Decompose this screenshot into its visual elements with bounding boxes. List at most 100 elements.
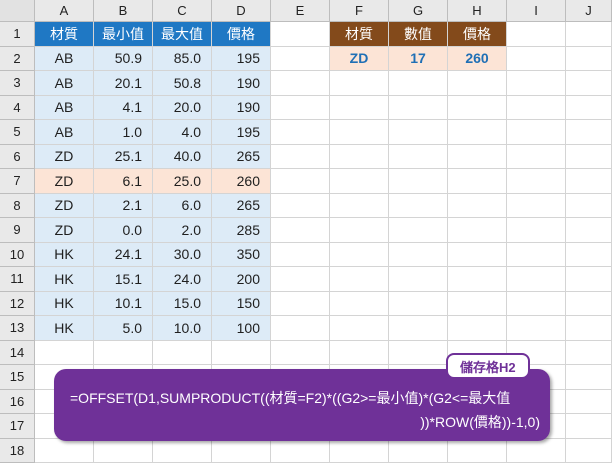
cell-a14[interactable]	[35, 340, 94, 365]
cell-e10[interactable]	[271, 242, 330, 267]
table-cell-r3-c3[interactable]: 20.0	[153, 95, 212, 120]
cell-h6[interactable]	[448, 144, 507, 169]
table-cell-r2-c1[interactable]: AB	[35, 71, 94, 96]
column-header-a[interactable]: A	[35, 0, 94, 22]
row-header-13[interactable]: 13	[0, 316, 35, 341]
cell-f8[interactable]	[330, 193, 389, 218]
cell-c18[interactable]	[153, 438, 212, 463]
table-cell-r11-c4[interactable]: 150	[212, 291, 271, 316]
table-cell-r5-c4[interactable]: 265	[212, 144, 271, 169]
table-cell-r10-c2[interactable]: 15.1	[94, 267, 153, 292]
lookup-value-3[interactable]: 260	[448, 46, 507, 71]
table-cell-r11-c1[interactable]: HK	[35, 291, 94, 316]
cell-d18[interactable]	[212, 438, 271, 463]
column-header-b[interactable]: B	[94, 0, 153, 22]
table-cell-r2-c4[interactable]: 190	[212, 71, 271, 96]
cell-e11[interactable]	[271, 267, 330, 292]
cell-e13[interactable]	[271, 316, 330, 341]
cell-j6[interactable]	[566, 144, 612, 169]
lookup-header-3[interactable]: 價格	[448, 22, 507, 47]
cell-e3[interactable]	[271, 71, 330, 96]
row-header-6[interactable]: 6	[0, 144, 35, 169]
table-cell-r4-c4[interactable]: 195	[212, 120, 271, 145]
cell-g13[interactable]	[389, 316, 448, 341]
cell-e12[interactable]	[271, 291, 330, 316]
row-header-17[interactable]: 17	[0, 414, 35, 439]
cell-i4[interactable]	[507, 95, 566, 120]
table-cell-r2-c3[interactable]: 50.8	[153, 71, 212, 96]
cell-i9[interactable]	[507, 218, 566, 243]
row-header-12[interactable]: 12	[0, 291, 35, 316]
cell-i10[interactable]	[507, 242, 566, 267]
table-cell-r10-c4[interactable]: 200	[212, 267, 271, 292]
table-cell-r10-c1[interactable]: HK	[35, 267, 94, 292]
table-cell-r12-c2[interactable]: 5.0	[94, 316, 153, 341]
cell-i7[interactable]	[507, 169, 566, 194]
table-cell-r12-c1[interactable]: HK	[35, 316, 94, 341]
lookup-value-1[interactable]: ZD	[330, 46, 389, 71]
table-cell-r9-c3[interactable]: 30.0	[153, 242, 212, 267]
cell-j2[interactable]	[566, 46, 612, 71]
row-header-5[interactable]: 5	[0, 120, 35, 145]
table-header-3[interactable]: 最大值	[153, 22, 212, 47]
column-header-f[interactable]: F	[330, 0, 389, 22]
cell-e1[interactable]	[271, 22, 330, 47]
table-cell-r8-c3[interactable]: 2.0	[153, 218, 212, 243]
cell-e6[interactable]	[271, 144, 330, 169]
cell-g4[interactable]	[389, 95, 448, 120]
row-header-8[interactable]: 8	[0, 193, 35, 218]
cell-e9[interactable]	[271, 218, 330, 243]
cell-f6[interactable]	[330, 144, 389, 169]
table-cell-r9-c1[interactable]: HK	[35, 242, 94, 267]
row-header-3[interactable]: 3	[0, 71, 35, 96]
cell-j18[interactable]	[566, 438, 612, 463]
cell-h3[interactable]	[448, 71, 507, 96]
cell-g6[interactable]	[389, 144, 448, 169]
cell-f14[interactable]	[330, 340, 389, 365]
column-header-g[interactable]: G	[389, 0, 448, 22]
table-cell-r6-c3[interactable]: 25.0	[153, 169, 212, 194]
cell-g10[interactable]	[389, 242, 448, 267]
table-cell-r1-c2[interactable]: 50.9	[94, 46, 153, 71]
table-cell-r10-c3[interactable]: 24.0	[153, 267, 212, 292]
cell-h9[interactable]	[448, 218, 507, 243]
cell-j8[interactable]	[566, 193, 612, 218]
table-cell-r11-c3[interactable]: 15.0	[153, 291, 212, 316]
cell-e2[interactable]	[271, 46, 330, 71]
cell-f11[interactable]	[330, 267, 389, 292]
cell-g7[interactable]	[389, 169, 448, 194]
cell-e8[interactable]	[271, 193, 330, 218]
cell-h13[interactable]	[448, 316, 507, 341]
cell-i6[interactable]	[507, 144, 566, 169]
row-header-11[interactable]: 11	[0, 267, 35, 292]
table-cell-r3-c2[interactable]: 4.1	[94, 95, 153, 120]
cell-j5[interactable]	[566, 120, 612, 145]
table-cell-r5-c3[interactable]: 40.0	[153, 144, 212, 169]
table-cell-r7-c1[interactable]: ZD	[35, 193, 94, 218]
cell-g5[interactable]	[389, 120, 448, 145]
cell-g11[interactable]	[389, 267, 448, 292]
cell-j16[interactable]	[566, 389, 612, 414]
table-cell-r9-c2[interactable]: 24.1	[94, 242, 153, 267]
row-header-14[interactable]: 14	[0, 340, 35, 365]
row-header-1[interactable]: 1	[0, 22, 35, 47]
cell-i5[interactable]	[507, 120, 566, 145]
cell-f5[interactable]	[330, 120, 389, 145]
cell-e18[interactable]	[271, 438, 330, 463]
table-cell-r1-c1[interactable]: AB	[35, 46, 94, 71]
column-header-j[interactable]: J	[566, 0, 612, 22]
table-cell-r3-c4[interactable]: 190	[212, 95, 271, 120]
cell-f12[interactable]	[330, 291, 389, 316]
table-cell-r1-c4[interactable]: 195	[212, 46, 271, 71]
table-cell-r1-c3[interactable]: 85.0	[153, 46, 212, 71]
table-cell-r2-c2[interactable]: 20.1	[94, 71, 153, 96]
column-header-h[interactable]: H	[448, 0, 507, 22]
cell-e14[interactable]	[271, 340, 330, 365]
cell-g3[interactable]	[389, 71, 448, 96]
cell-a18[interactable]	[35, 438, 94, 463]
cell-h8[interactable]	[448, 193, 507, 218]
cell-f7[interactable]	[330, 169, 389, 194]
cell-g12[interactable]	[389, 291, 448, 316]
row-header-18[interactable]: 18	[0, 438, 35, 463]
cell-e7[interactable]	[271, 169, 330, 194]
